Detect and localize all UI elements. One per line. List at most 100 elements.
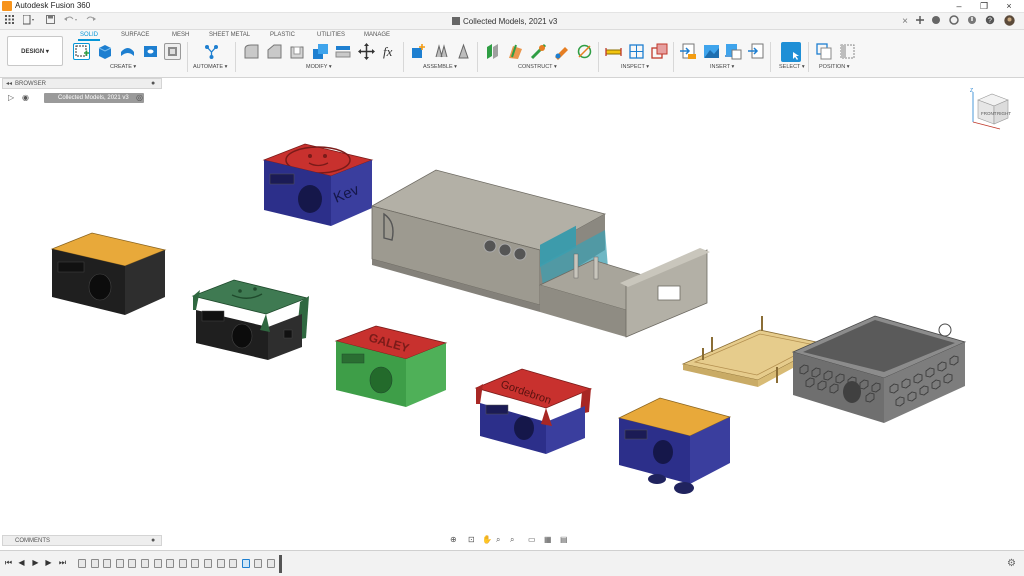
viewports-icon[interactable]: ▤ — [560, 535, 568, 544]
notifications-icon[interactable] — [966, 15, 978, 28]
tab-plastic[interactable]: PLASTIC — [270, 32, 295, 38]
display-settings-icon[interactable]: ▭ — [528, 535, 536, 544]
timeline-feature[interactable] — [166, 559, 175, 568]
pattern-icon[interactable] — [164, 43, 181, 60]
timeline-feature[interactable] — [229, 559, 238, 568]
collapse-browser-icon[interactable]: ◂◂ — [6, 80, 12, 87]
offset-face-icon[interactable] — [335, 43, 352, 60]
hole-icon[interactable] — [142, 43, 159, 60]
insert-derive-icon[interactable] — [680, 43, 697, 60]
joint-icon[interactable] — [433, 43, 450, 60]
workspace-switcher-button[interactable]: DESIGN ▾ — [7, 36, 63, 66]
undo-icon[interactable] — [63, 15, 79, 28]
assemble-menu[interactable]: ASSEMBLE ▾ — [423, 64, 457, 70]
comments-pin-icon[interactable]: ● — [151, 537, 155, 544]
maximize-button[interactable]: ❐ — [973, 0, 995, 13]
timeline-feature[interactable] — [191, 559, 200, 568]
shell-icon[interactable] — [289, 43, 306, 60]
save-icon[interactable] — [45, 15, 55, 28]
canvas-viewport[interactable]: Kev GALEY Gordebron — [0, 78, 1024, 533]
file-menu-icon[interactable] — [22, 14, 36, 28]
automate-menu[interactable]: AUTOMATE ▾ — [193, 64, 227, 70]
visibility-eye-icon[interactable]: ◉ — [22, 93, 29, 102]
timeline-play-icon[interactable]: ▶ — [31, 558, 40, 568]
timeline-feature[interactable] — [90, 559, 99, 568]
select-icon[interactable] — [781, 42, 801, 62]
point-icon[interactable] — [553, 43, 570, 60]
tab-utilities[interactable]: UTILITIES — [317, 32, 345, 38]
redo-icon[interactable] — [84, 15, 100, 28]
timeline-feature[interactable] — [78, 559, 86, 568]
timeline-marker[interactable] — [279, 555, 282, 573]
axis-icon[interactable] — [530, 43, 547, 60]
automate-icon[interactable] — [203, 43, 220, 60]
model-navy-box-orange-lid[interactable] — [617, 397, 732, 494]
measure-icon[interactable] — [605, 43, 622, 60]
timeline-previous-icon[interactable]: ◀ — [17, 558, 26, 568]
new-tab-icon[interactable] — [914, 15, 926, 28]
timeline-first-icon[interactable]: ⏮ — [4, 558, 13, 568]
create-menu[interactable]: CREATE ▾ — [110, 64, 136, 70]
model-black-box-orange-lid[interactable] — [50, 232, 167, 315]
timeline-feature[interactable] — [204, 559, 212, 568]
plane-at-angle-icon[interactable] — [507, 43, 524, 60]
tab-solid[interactable]: SOLID — [77, 32, 101, 41]
section-analysis-icon[interactable] — [628, 43, 645, 60]
activate-radio-icon[interactable]: ◎ — [136, 93, 143, 102]
fit-icon[interactable]: ⌕ — [510, 535, 514, 545]
timeline-feature[interactable] — [128, 559, 137, 568]
pan-hand-icon[interactable]: ✋ — [482, 535, 492, 544]
close-button[interactable]: × — [998, 0, 1020, 13]
browser-panel-header[interactable]: ◂◂ BROWSER ● — [2, 78, 162, 89]
insert-decal-icon[interactable] — [725, 43, 742, 60]
fillet-icon[interactable] — [266, 43, 283, 60]
offset-plane-icon[interactable] — [484, 43, 501, 60]
model-gray-enclosure[interactable] — [370, 169, 710, 338]
model-honeycomb-box[interactable] — [791, 315, 967, 423]
model-navy-box-gordebron[interactable]: Gordebron — [474, 368, 593, 454]
comments-panel[interactable]: COMMENTS ● — [2, 535, 162, 546]
timeline-last-icon[interactable]: ⏭ — [58, 558, 67, 568]
timeline-feature[interactable] — [178, 559, 187, 568]
combine-icon[interactable] — [312, 43, 329, 60]
timeline-feature[interactable] — [254, 559, 263, 568]
root-component-label[interactable]: Collected Models, 2021 v3 — [44, 93, 144, 103]
help-icon[interactable]: ? — [984, 15, 996, 28]
job-status-icon[interactable] — [948, 15, 960, 28]
inspect-menu[interactable]: INSPECT ▾ — [621, 64, 649, 70]
browser-pin-icon[interactable]: ● — [151, 80, 155, 87]
model-green-box-galey[interactable]: GALEY — [334, 325, 448, 407]
viewcube[interactable]: FRONT RIGHT Z — [970, 86, 1014, 130]
tab-surface[interactable]: SURFACE — [121, 32, 149, 38]
tab-mesh[interactable]: MESH — [172, 32, 189, 38]
model-dark-box-green-lid[interactable] — [191, 279, 309, 360]
capture-position-icon[interactable] — [816, 43, 833, 60]
move-copy-icon[interactable] — [358, 43, 375, 60]
zoom-icon[interactable]: ⌕ — [496, 535, 500, 545]
new-component-icon[interactable] — [410, 43, 427, 60]
document-tab[interactable]: Collected Models, 2021 v3 — [452, 14, 557, 29]
look-at-icon[interactable]: ⊡ — [468, 535, 475, 544]
close-tab-icon[interactable]: × — [900, 15, 910, 28]
insert-menu[interactable]: INSERT ▾ — [710, 64, 734, 70]
insert-svg-icon[interactable] — [748, 43, 765, 60]
timeline-feature[interactable] — [267, 559, 275, 568]
expand-arrow-icon[interactable]: ▷ — [8, 93, 14, 102]
model-navy-box-kev[interactable]: Kev — [262, 143, 374, 226]
midplane-icon[interactable] — [576, 43, 593, 60]
revolve-icon[interactable] — [119, 43, 136, 60]
as-built-joint-icon[interactable] — [455, 43, 472, 60]
modify-menu[interactable]: MODIFY ▾ — [306, 64, 332, 70]
timeline-feature[interactable] — [141, 559, 149, 568]
timeline-settings-gear-icon[interactable]: ⚙ — [1007, 558, 1016, 569]
extensions-icon[interactable] — [930, 15, 942, 28]
construct-menu[interactable]: CONSTRUCT ▾ — [518, 64, 557, 70]
timeline-feature[interactable] — [153, 559, 162, 568]
timeline-feature[interactable] — [216, 559, 225, 568]
grid-menu-icon[interactable] — [4, 15, 14, 28]
tab-manage[interactable]: MANAGE — [364, 32, 390, 38]
insert-canvas-icon[interactable] — [703, 43, 720, 60]
user-avatar[interactable] — [1002, 15, 1016, 28]
create-sketch-icon[interactable] — [73, 43, 90, 60]
timeline-feature[interactable] — [241, 559, 250, 568]
